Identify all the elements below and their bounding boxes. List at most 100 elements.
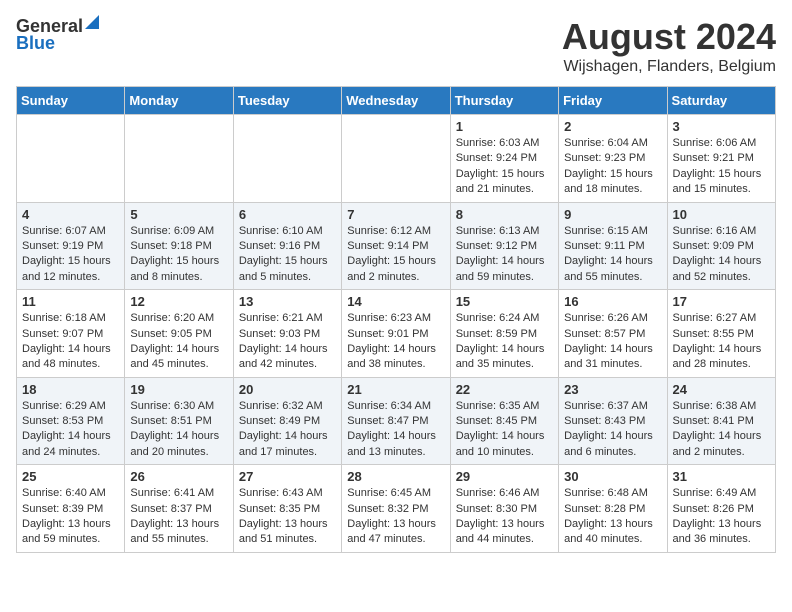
day-number: 8 (456, 207, 553, 222)
day-info: Sunrise: 6:37 AMSunset: 8:43 PMDaylight:… (564, 399, 661, 461)
day-number: 9 (564, 207, 661, 222)
day-number: 24 (673, 382, 770, 397)
day-info: Sunrise: 6:43 AMSunset: 8:35 PMDaylight:… (239, 486, 336, 548)
week-row-2: 4 Sunrise: 6:07 AMSunset: 9:19 PMDaylight… (17, 202, 776, 290)
calendar-cell: 3 Sunrise: 6:06 AMSunset: 9:21 PMDaylight… (667, 115, 775, 203)
day-header-saturday: Saturday (667, 87, 775, 115)
day-number: 22 (456, 382, 553, 397)
day-info: Sunrise: 6:46 AMSunset: 8:30 PMDaylight:… (456, 486, 553, 548)
calendar-cell: 10 Sunrise: 6:16 AMSunset: 9:09 PMDayligh… (667, 202, 775, 290)
day-number: 31 (673, 469, 770, 484)
logo-blue-text: Blue (16, 33, 55, 54)
week-row-1: 1 Sunrise: 6:03 AMSunset: 9:24 PMDaylight… (17, 115, 776, 203)
calendar-cell: 14Sunrise: 6:23 AMSunset: 9:01 PMDayligh… (342, 290, 450, 378)
day-info: Sunrise: 6:16 AMSunset: 9:09 PMDaylight:… (673, 224, 770, 286)
logo-triangle-icon (85, 15, 99, 34)
day-info: Sunrise: 6:23 AMSunset: 9:01 PMDaylight:… (347, 311, 444, 373)
day-header-thursday: Thursday (450, 87, 558, 115)
day-number: 2 (564, 119, 661, 134)
day-info: Sunrise: 6:27 AMSunset: 8:55 PMDaylight:… (673, 311, 770, 373)
calendar-cell: 25 Sunrise: 6:40 AMSunset: 8:39 PMDayligh… (17, 465, 125, 553)
calendar-cell: 28 Sunrise: 6:45 AMSunset: 8:32 PMDayligh… (342, 465, 450, 553)
day-number: 19 (130, 382, 227, 397)
day-info: Sunrise: 6:20 AMSunset: 9:05 PMDaylight:… (130, 311, 227, 373)
week-row-3: 11Sunrise: 6:18 AMSunset: 9:07 PMDayligh… (17, 290, 776, 378)
day-number: 4 (22, 207, 119, 222)
calendar-cell: 5Sunrise: 6:09 AMSunset: 9:18 PMDaylight… (125, 202, 233, 290)
day-info: Sunrise: 6:40 AMSunset: 8:39 PMDaylight:… (22, 486, 119, 548)
day-info: Sunrise: 6:45 AMSunset: 8:32 PMDaylight:… (347, 486, 444, 548)
day-number: 7 (347, 207, 444, 222)
day-number: 17 (673, 294, 770, 309)
day-header-monday: Monday (125, 87, 233, 115)
week-row-5: 25 Sunrise: 6:40 AMSunset: 8:39 PMDayligh… (17, 465, 776, 553)
month-title: August 2024 (562, 16, 776, 58)
day-info: Sunrise: 6:07 AMSunset: 9:19 PMDaylight:… (22, 224, 119, 286)
day-number: 28 (347, 469, 444, 484)
day-number: 16 (564, 294, 661, 309)
day-number: 1 (456, 119, 553, 134)
calendar-cell: 19 Sunrise: 6:30 AMSunset: 8:51 PMDayligh… (125, 377, 233, 465)
day-info: Sunrise: 6:04 AMSunset: 9:23 PMDaylight:… (564, 136, 661, 198)
calendar-cell: 13 Sunrise: 6:21 AMSunset: 9:03 PMDayligh… (233, 290, 341, 378)
day-info: Sunrise: 6:29 AMSunset: 8:53 PMDaylight:… (22, 399, 119, 461)
calendar-cell: 21Sunrise: 6:34 AMSunset: 8:47 PMDayligh… (342, 377, 450, 465)
calendar-cell: 20 Sunrise: 6:32 AMSunset: 8:49 PMDayligh… (233, 377, 341, 465)
calendar-cell: 27Sunrise: 6:43 AMSunset: 8:35 PMDayligh… (233, 465, 341, 553)
day-number: 18 (22, 382, 119, 397)
day-headers-row: SundayMondayTuesdayWednesdayThursdayFrid… (17, 87, 776, 115)
day-number: 15 (456, 294, 553, 309)
calendar-cell: 2 Sunrise: 6:04 AMSunset: 9:23 PMDaylight… (559, 115, 667, 203)
calendar-cell (125, 115, 233, 203)
day-number: 13 (239, 294, 336, 309)
calendar-cell: 9 Sunrise: 6:15 AMSunset: 9:11 PMDaylight… (559, 202, 667, 290)
day-info: Sunrise: 6:03 AMSunset: 9:24 PMDaylight:… (456, 136, 553, 198)
calendar-cell: 6 Sunrise: 6:10 AMSunset: 9:16 PMDaylight… (233, 202, 341, 290)
day-info: Sunrise: 6:12 AMSunset: 9:14 PMDaylight:… (347, 224, 444, 286)
calendar-cell: 4 Sunrise: 6:07 AMSunset: 9:19 PMDaylight… (17, 202, 125, 290)
week-row-4: 18 Sunrise: 6:29 AMSunset: 8:53 PMDayligh… (17, 377, 776, 465)
day-info: Sunrise: 6:06 AMSunset: 9:21 PMDaylight:… (673, 136, 770, 198)
calendar-cell (17, 115, 125, 203)
calendar-cell: 22 Sunrise: 6:35 AMSunset: 8:45 PMDayligh… (450, 377, 558, 465)
day-number: 26 (130, 469, 227, 484)
day-number: 12 (130, 294, 227, 309)
day-info: Sunrise: 6:49 AMSunset: 8:26 PMDaylight:… (673, 486, 770, 548)
calendar-cell: 23Sunrise: 6:37 AMSunset: 8:43 PMDayligh… (559, 377, 667, 465)
calendar-cell: 7 Sunrise: 6:12 AMSunset: 9:14 PMDaylight… (342, 202, 450, 290)
calendar-cell: 17 Sunrise: 6:27 AMSunset: 8:55 PMDayligh… (667, 290, 775, 378)
day-info: Sunrise: 6:32 AMSunset: 8:49 PMDaylight:… (239, 399, 336, 461)
day-info: Sunrise: 6:10 AMSunset: 9:16 PMDaylight:… (239, 224, 336, 286)
logo: General Blue (16, 16, 99, 54)
calendar-cell: 29Sunrise: 6:46 AMSunset: 8:30 PMDayligh… (450, 465, 558, 553)
day-info: Sunrise: 6:35 AMSunset: 8:45 PMDaylight:… (456, 399, 553, 461)
location-text: Wijshagen, Flanders, Belgium (562, 58, 776, 76)
day-info: Sunrise: 6:15 AMSunset: 9:11 PMDaylight:… (564, 224, 661, 286)
day-number: 6 (239, 207, 336, 222)
calendar-cell: 11Sunrise: 6:18 AMSunset: 9:07 PMDayligh… (17, 290, 125, 378)
day-header-friday: Friday (559, 87, 667, 115)
day-number: 11 (22, 294, 119, 309)
calendar-cell: 18 Sunrise: 6:29 AMSunset: 8:53 PMDayligh… (17, 377, 125, 465)
day-number: 10 (673, 207, 770, 222)
day-header-wednesday: Wednesday (342, 87, 450, 115)
calendar-cell: 24Sunrise: 6:38 AMSunset: 8:41 PMDayligh… (667, 377, 775, 465)
day-info: Sunrise: 6:24 AMSunset: 8:59 PMDaylight:… (456, 311, 553, 373)
day-number: 21 (347, 382, 444, 397)
calendar-cell (342, 115, 450, 203)
calendar-cell: 26 Sunrise: 6:41 AMSunset: 8:37 PMDayligh… (125, 465, 233, 553)
day-info: Sunrise: 6:21 AMSunset: 9:03 PMDaylight:… (239, 311, 336, 373)
day-info: Sunrise: 6:30 AMSunset: 8:51 PMDaylight:… (130, 399, 227, 461)
day-number: 5 (130, 207, 227, 222)
day-number: 3 (673, 119, 770, 134)
day-number: 25 (22, 469, 119, 484)
calendar-cell: 30Sunrise: 6:48 AMSunset: 8:28 PMDayligh… (559, 465, 667, 553)
day-number: 20 (239, 382, 336, 397)
title-section: August 2024 Wijshagen, Flanders, Belgium (562, 16, 776, 76)
day-info: Sunrise: 6:41 AMSunset: 8:37 PMDaylight:… (130, 486, 227, 548)
calendar-cell: 31 Sunrise: 6:49 AMSunset: 8:26 PMDayligh… (667, 465, 775, 553)
calendar-table: SundayMondayTuesdayWednesdayThursdayFrid… (16, 86, 776, 553)
day-header-tuesday: Tuesday (233, 87, 341, 115)
calendar-cell: 12 Sunrise: 6:20 AMSunset: 9:05 PMDayligh… (125, 290, 233, 378)
day-info: Sunrise: 6:13 AMSunset: 9:12 PMDaylight:… (456, 224, 553, 286)
